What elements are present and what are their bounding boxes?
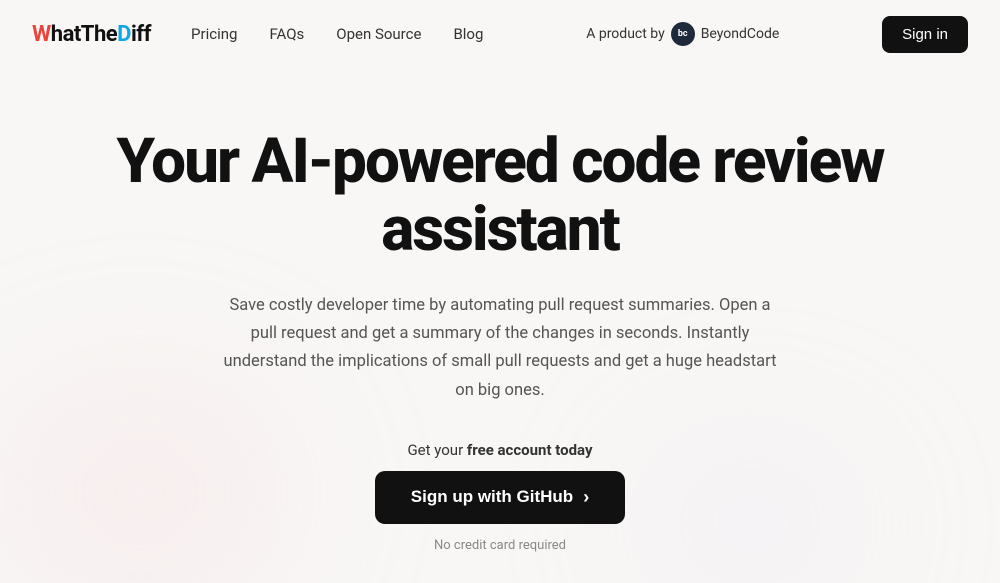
signin-button[interactable]: Sign in [882, 16, 968, 53]
logo[interactable]: What The Diff [32, 22, 151, 47]
nav-links: Pricing FAQs Open Source Blog [191, 25, 483, 43]
hero-subtitle: Save costly developer time by automating… [215, 292, 785, 404]
logo-iff: iff [131, 22, 151, 47]
cta-label-prefix: Get your [407, 441, 466, 459]
beyondcode-name: BeyondCode [701, 26, 780, 42]
cta-label: Get your free account today [407, 441, 592, 459]
beyondcode-logo: bc [671, 22, 695, 46]
logo-d: D [117, 22, 131, 47]
signup-github-label: Sign up with GitHub [411, 487, 573, 507]
logo-t: T [81, 22, 94, 47]
navbar-right: Sign in [882, 16, 968, 53]
hero-title: Your AI-powered code review assistant [110, 128, 890, 264]
logo-hat: hat [51, 22, 81, 47]
arrow-icon: › [583, 487, 589, 508]
no-credit-label: No credit card required [434, 538, 566, 553]
nav-faqs[interactable]: FAQs [269, 25, 304, 43]
hero-section: Your AI-powered code review assistant Sa… [0, 68, 1000, 583]
cta-label-bold: free account today [467, 441, 593, 459]
beyondcode-badge: A product by bc BeyondCode [586, 22, 779, 46]
logo-he: he [94, 22, 117, 47]
navbar: What The Diff Pricing FAQs Open Source B… [0, 0, 1000, 68]
logo-w: W [32, 22, 51, 47]
signup-github-button[interactable]: Sign up with GitHub › [375, 471, 625, 524]
navbar-left: What The Diff Pricing FAQs Open Source B… [32, 22, 483, 47]
nav-pricing[interactable]: Pricing [191, 25, 237, 43]
nav-opensource[interactable]: Open Source [336, 25, 421, 43]
product-by-label: A product by [586, 26, 664, 42]
nav-blog[interactable]: Blog [453, 25, 483, 43]
